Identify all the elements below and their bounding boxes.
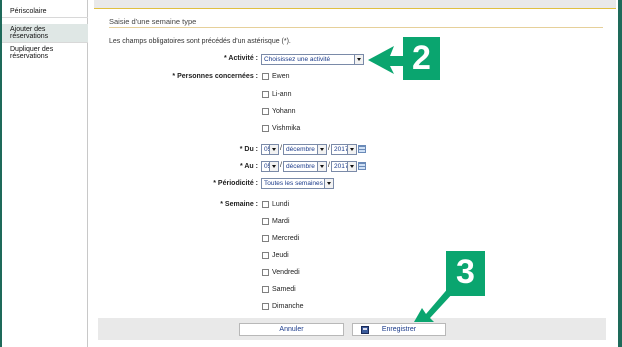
du-month-select[interactable]: décembre — [283, 144, 327, 155]
sidebar-item-dupliquer-reservations[interactable]: Dupliquer des réservations — [2, 44, 88, 62]
activite-label: * Activité : — [224, 55, 258, 62]
checkbox-label: Mardi — [272, 217, 290, 225]
au-year-select[interactable]: 2017 — [331, 161, 357, 172]
save-button[interactable]: Enregistrer — [352, 323, 446, 336]
au-month-value: décembre — [286, 163, 315, 170]
page-title: Saisie d'une semaine type — [109, 17, 197, 26]
checkbox[interactable] — [262, 285, 269, 293]
day-checkbox-row[interactable]: Samedi — [262, 284, 296, 294]
personne-checkbox-row[interactable]: Ewen — [262, 71, 290, 81]
save-icon — [361, 326, 369, 334]
save-button-label: Enregistrer — [381, 326, 417, 333]
chevron-down-icon — [317, 162, 326, 171]
chevron-down-icon — [269, 145, 278, 154]
activite-value: Choisissez une activité — [264, 56, 331, 63]
day-checkbox-row[interactable]: Mercredi — [262, 233, 299, 243]
semaine-label: * Semaine : — [220, 201, 258, 208]
checkbox[interactable] — [262, 72, 269, 80]
periodicite-value: Toutes les semaines — [264, 180, 323, 187]
day-checkbox-row[interactable]: Dimanche — [262, 301, 304, 311]
main-content: Saisie d'une semaine type Les champs obl… — [94, 0, 616, 347]
du-year-select[interactable]: 2017 — [331, 144, 357, 155]
checkbox[interactable] — [262, 90, 269, 98]
cancel-button-label: Annuler — [279, 326, 304, 333]
calendar-icon[interactable] — [358, 162, 366, 170]
personne-checkbox-row[interactable]: Li-ann — [262, 89, 291, 99]
du-label: * Du : — [239, 146, 258, 153]
sidebar-item-periscolaire[interactable]: Périscolaire — [2, 6, 88, 18]
action-bar: Annuler Enregistrer — [98, 318, 606, 340]
au-day-select[interactable]: 05 — [261, 161, 279, 172]
date-separator: / — [328, 145, 330, 152]
checkbox[interactable] — [262, 251, 269, 259]
personnes-label: * Personnes concernées : — [172, 73, 258, 80]
day-checkbox-row[interactable]: Vendredi — [262, 267, 300, 277]
callout-step-2: 2 — [403, 37, 440, 80]
required-fields-note: Les champs obligatoires sont précédés d'… — [109, 38, 291, 45]
checkbox-label: Samedi — [272, 285, 296, 293]
date-separator: / — [328, 162, 330, 169]
au-label: * Au : — [239, 163, 258, 170]
du-day-select[interactable]: 05 — [261, 144, 279, 155]
checkbox-label: Li-ann — [272, 90, 292, 98]
callout-step-3: 3 — [446, 251, 485, 296]
checkbox-label: Dimanche — [272, 302, 304, 310]
checkbox-label: Vishmika — [272, 124, 301, 132]
arrow-icon — [368, 46, 404, 74]
checkbox-label: Vendredi — [272, 268, 300, 276]
chevron-down-icon — [354, 55, 363, 64]
checkbox[interactable] — [262, 302, 269, 310]
activite-select[interactable]: Choisissez une activité — [261, 54, 364, 65]
periodicite-label: * Périodicité : — [213, 180, 258, 187]
periodicite-select[interactable]: Toutes les semaines — [261, 178, 334, 189]
checkbox[interactable] — [262, 200, 269, 208]
au-month-select[interactable]: décembre — [283, 161, 327, 172]
sidebar-item-ajouter-reservations[interactable]: Ajouter des réservations — [2, 24, 88, 43]
checkbox-label: Lundi — [272, 200, 290, 208]
checkbox-label: Mercredi — [272, 234, 300, 242]
checkbox[interactable] — [262, 107, 269, 115]
top-notice-bar — [94, 0, 616, 9]
checkbox[interactable] — [262, 268, 269, 276]
checkbox-label: Yohann — [272, 107, 296, 115]
checkbox[interactable] — [262, 124, 269, 132]
cancel-button[interactable]: Annuler — [239, 323, 344, 336]
personne-checkbox-row[interactable]: Yohann — [262, 106, 296, 116]
checkbox[interactable] — [262, 217, 269, 225]
chevron-down-icon — [317, 145, 326, 154]
chevron-down-icon — [324, 179, 333, 188]
sidebar-item-label: Ajouter des réservations — [10, 26, 49, 40]
sidebar: Périscolaire Ajouter des réservations Du… — [2, 0, 88, 347]
date-separator: / — [280, 162, 282, 169]
title-divider — [109, 27, 603, 28]
sidebar-item-label: Périscolaire — [10, 8, 47, 15]
checkbox-label: Jeudi — [272, 251, 289, 259]
day-checkbox-row[interactable]: Jeudi — [262, 250, 289, 260]
date-separator: / — [280, 145, 282, 152]
checkbox[interactable] — [262, 234, 269, 242]
checkbox-label: Ewen — [272, 72, 290, 80]
calendar-icon[interactable] — [358, 145, 366, 153]
sidebar-item-label: Dupliquer des réservations — [10, 46, 54, 60]
chevron-down-icon — [347, 162, 356, 171]
day-checkbox-row[interactable]: Mardi — [262, 216, 290, 226]
personne-checkbox-row[interactable]: Vishmika — [262, 123, 300, 133]
day-checkbox-row[interactable]: Lundi — [262, 199, 289, 209]
chevron-down-icon — [269, 162, 278, 171]
chevron-down-icon — [347, 145, 356, 154]
du-month-value: décembre — [286, 146, 315, 153]
app-frame: Périscolaire Ajouter des réservations Du… — [2, 0, 618, 347]
